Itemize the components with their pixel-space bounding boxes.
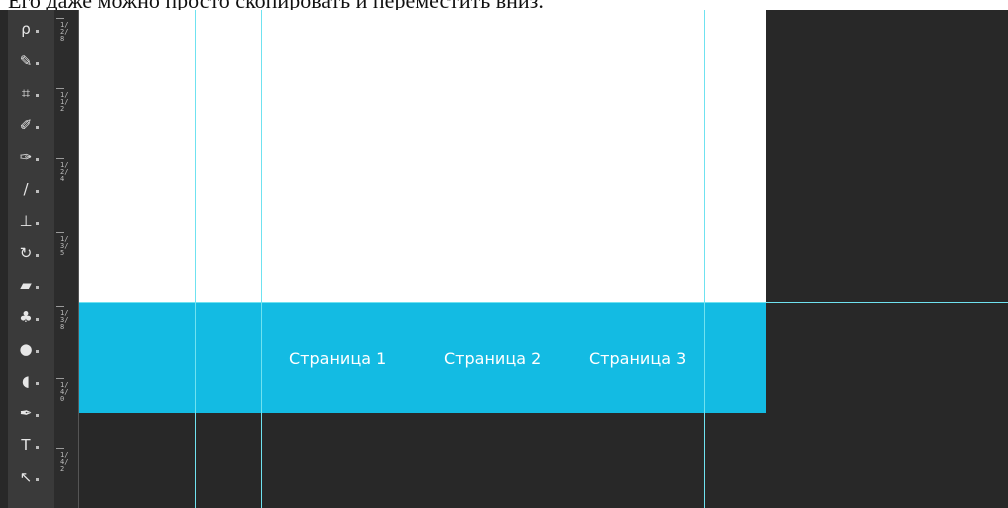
ruler-tick	[56, 88, 64, 89]
tool-flyout-indicator	[36, 254, 39, 257]
tool-flyout-indicator	[36, 318, 39, 321]
path-selection-icon: ↖	[19, 468, 33, 486]
horizontal-guide[interactable]	[79, 302, 1008, 303]
pen-tool[interactable]: ✒	[8, 398, 54, 428]
nav-bar-shape[interactable]: Страница 1 Страница 2 Страница 3	[79, 303, 766, 413]
eyedropper-tool[interactable]: ✐	[8, 110, 54, 140]
tool-flyout-indicator	[36, 286, 39, 289]
tool-flyout-indicator	[36, 30, 39, 33]
pen-icon: ✒	[19, 404, 33, 422]
vertical-guide[interactable]	[261, 10, 262, 508]
ruler-tick	[56, 448, 64, 449]
ruler-label: 1/3/5	[60, 235, 69, 257]
nav-item-page-3[interactable]: Страница 3	[589, 349, 686, 368]
healing-brush-icon: ✑	[19, 148, 33, 166]
clone-stamp-icon: ⊥	[19, 212, 33, 230]
ruler-label: 1/1/2	[60, 91, 69, 113]
healing-brush-tool[interactable]: ✑	[8, 142, 54, 172]
quick-selection-icon: ✎	[19, 52, 33, 70]
tool-flyout-indicator	[36, 158, 39, 161]
vertical-guide[interactable]	[704, 10, 705, 508]
vertical-ruler[interactable]: 1/2/8 1/1/2 1/2/4 1/3/5 1/3/8 1/4/0 1/4/…	[54, 10, 79, 508]
crop-icon: ⌗	[21, 84, 31, 102]
eraser-icon: ▰	[20, 276, 32, 294]
ruler-tick	[56, 306, 64, 307]
tool-flyout-indicator	[36, 382, 39, 385]
path-selection-tool[interactable]: ↖	[8, 462, 54, 492]
tool-flyout-indicator	[36, 94, 39, 97]
dodge-tool[interactable]: ◖	[8, 366, 54, 396]
ruler-label: 1/2/4	[60, 161, 69, 183]
vertical-guide[interactable]	[195, 10, 196, 508]
tool-flyout-indicator	[36, 350, 39, 353]
lasso-icon: ρ	[21, 20, 31, 38]
ruler-tick	[56, 18, 64, 19]
tool-flyout-indicator	[36, 190, 39, 193]
ruler-tick	[56, 232, 64, 233]
nav-item-page-1[interactable]: Страница 1	[289, 349, 386, 368]
ruler-tick	[56, 378, 64, 379]
history-brush-icon: ↻	[19, 244, 33, 262]
blur-tool[interactable]: ●	[8, 334, 54, 364]
quick-selection-tool[interactable]: ✎	[8, 46, 54, 76]
dodge-icon: ◖	[22, 372, 30, 390]
type-tool[interactable]: T	[8, 430, 54, 460]
ruler-tick	[56, 158, 64, 159]
photoshop-window: ρ ✎ ⌗ ✐ ✑ / ⊥ ↻ ▰ ♣ ● ◖ ✒ T ↖ 1/2/8 1/1/…	[0, 10, 1008, 508]
paint-bucket-tool[interactable]: ♣	[8, 302, 54, 332]
ruler-label: 1/4/0	[60, 381, 69, 403]
tool-flyout-indicator	[36, 62, 39, 65]
lasso-tool[interactable]: ρ	[8, 14, 54, 44]
article-caption: Его даже можно просто скопировать и пере…	[0, 0, 1008, 10]
ruler-label: 1/2/8	[60, 21, 69, 43]
eyedropper-icon: ✐	[19, 116, 33, 134]
clone-stamp-tool[interactable]: ⊥	[8, 206, 54, 236]
tool-flyout-indicator	[36, 446, 39, 449]
crop-tool[interactable]: ⌗	[8, 78, 54, 108]
brush-tool[interactable]: /	[8, 174, 54, 204]
history-brush-tool[interactable]: ↻	[8, 238, 54, 268]
ruler-label: 1/3/8	[60, 309, 69, 331]
tool-flyout-indicator	[36, 478, 39, 481]
type-icon: T	[21, 436, 31, 454]
caption-text: Его даже можно просто скопировать и пере…	[8, 0, 544, 10]
eraser-tool[interactable]: ▰	[8, 270, 54, 300]
brush-icon: /	[23, 180, 29, 198]
tool-flyout-indicator	[36, 222, 39, 225]
ruler-label: 1/4/2	[60, 451, 69, 473]
blur-drop-icon: ●	[19, 340, 33, 358]
paint-bucket-icon: ♣	[19, 308, 33, 326]
tools-panel: ρ ✎ ⌗ ✐ ✑ / ⊥ ↻ ▰ ♣ ● ◖ ✒ T ↖	[8, 10, 54, 508]
nav-item-page-2[interactable]: Страница 2	[444, 349, 541, 368]
tool-flyout-indicator	[36, 126, 39, 129]
tool-flyout-indicator	[36, 414, 39, 417]
